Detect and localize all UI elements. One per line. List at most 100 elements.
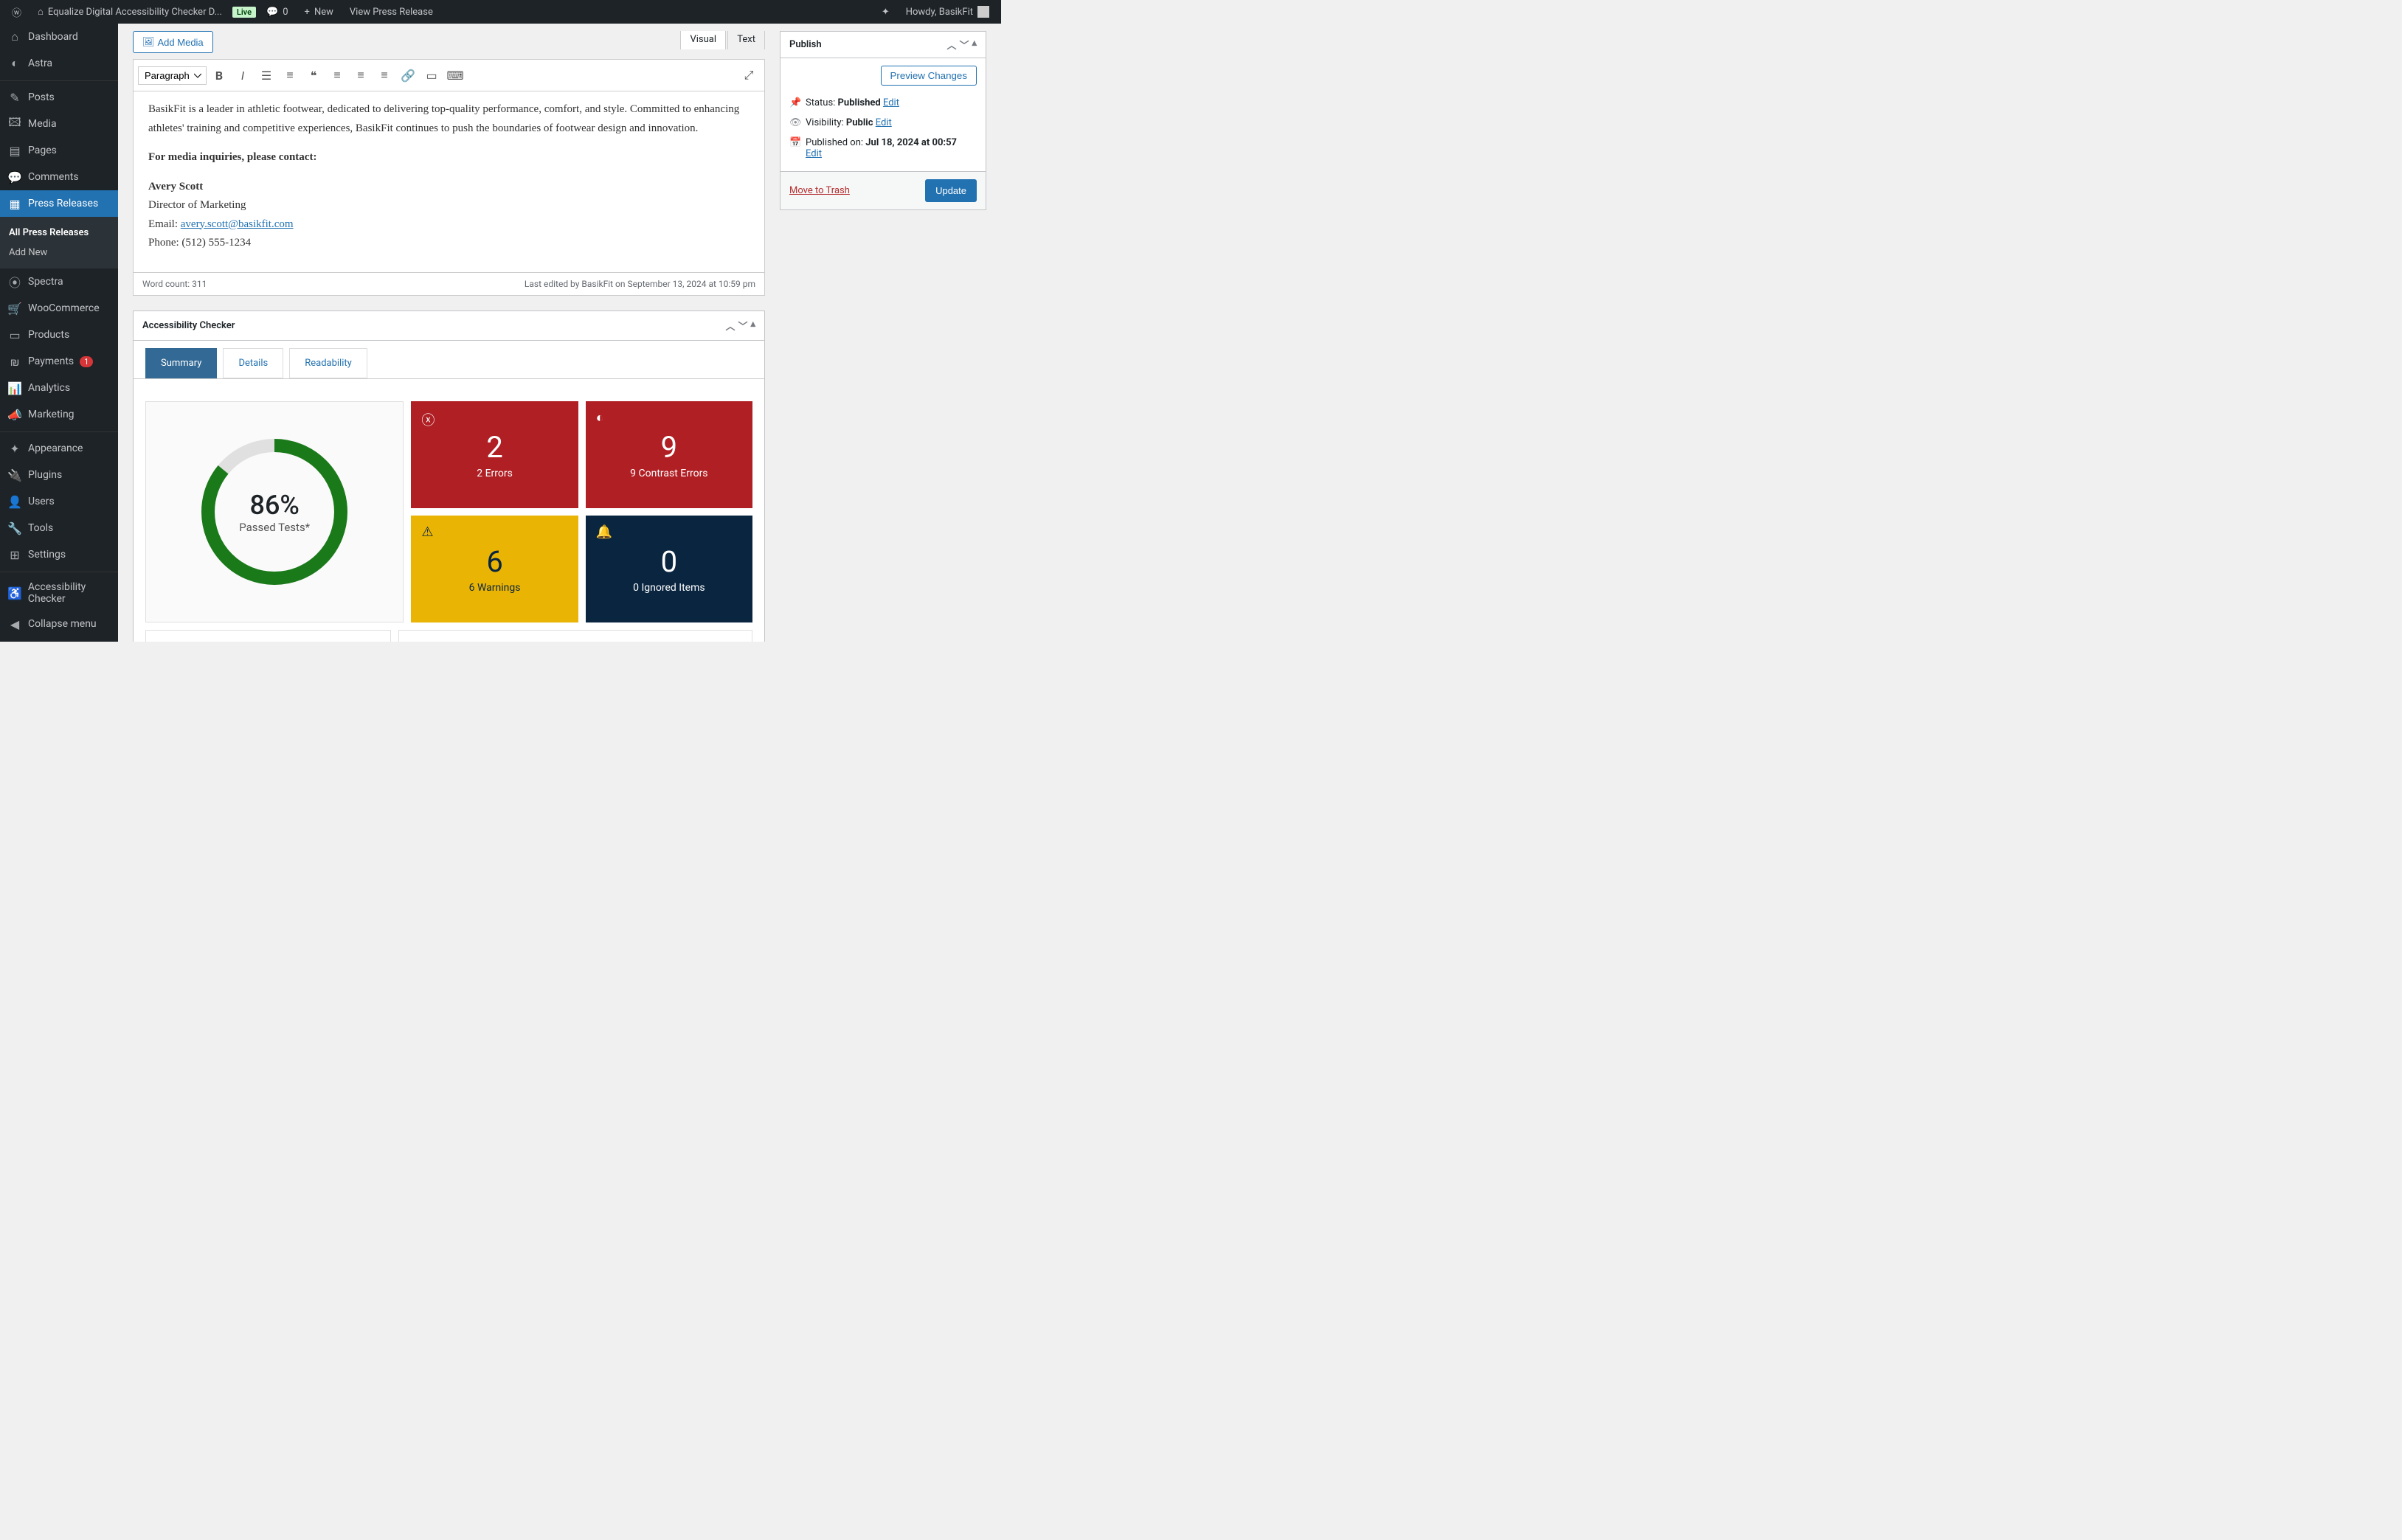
sidebar-item-comments[interactable]: 💬Comments [0, 164, 118, 190]
badge: 1 [80, 356, 93, 367]
errors-card[interactable]: ⓧ 2 2 Errors [411, 401, 578, 508]
tab-details[interactable]: Details [223, 348, 283, 378]
tab-text[interactable]: Text [727, 31, 765, 49]
contact-title: Director of Marketing [148, 196, 750, 215]
tab-summary[interactable]: Summary [145, 348, 217, 378]
quote-button[interactable]: ❝ [302, 64, 325, 86]
sidebar-item-woocommerce[interactable]: 🛒WooCommerce [0, 295, 118, 322]
sidebar-sub-add[interactable]: Add New [0, 243, 118, 263]
tab-visual[interactable]: Visual [680, 31, 726, 49]
format-select[interactable]: Paragraph [138, 66, 207, 85]
sidebar-item-plugins[interactable]: 🔌Plugins [0, 462, 118, 488]
warnings-label: 6 Warnings [469, 582, 521, 594]
sidebar-item-label: Payments [28, 355, 74, 367]
numbered-list-button[interactable]: ≡ [279, 64, 301, 86]
sidebar-item-collapse-menu[interactable]: ◀ Collapse menu [0, 611, 118, 637]
comment-count: 0 [283, 7, 288, 18]
sidebar-item-dashboard[interactable]: ⌂Dashboard [0, 24, 118, 50]
view-link[interactable]: View Press Release [344, 0, 439, 24]
sidebar-item-spectra[interactable]: ⦿Spectra [0, 268, 118, 295]
sidebar-item-appearance[interactable]: ✦Appearance [0, 435, 118, 462]
site-link[interactable]: ⌂ Equalize Digital Accessibility Checker … [32, 0, 228, 24]
sidebar-item-label: Pages [28, 145, 57, 156]
collapse-menu-icon: ◀ [7, 617, 22, 631]
sidebar-item-users[interactable]: 👤Users [0, 488, 118, 515]
editor-content[interactable]: BasikFit is a leader in athletic footwea… [133, 91, 765, 273]
chevron-down-icon[interactable]: ﹀ [738, 319, 747, 333]
edit-status-link[interactable]: Edit [883, 97, 899, 108]
greeting: Howdy, BasikFit [906, 7, 973, 18]
bullet-list-button[interactable]: ☰ [255, 64, 277, 86]
sidebar-item-pages[interactable]: ▤Pages [0, 137, 118, 164]
visibility-row: 👁 Visibility: Public Edit [789, 113, 977, 133]
assistant-icon[interactable]: ✦ [876, 0, 896, 24]
wp-logo[interactable]: ⓦ [6, 0, 27, 24]
posts-icon: ✎ [7, 90, 22, 105]
contrast-card[interactable]: ◐ 9 9 Contrast Errors [586, 401, 752, 508]
ignored-card[interactable]: 🔔 0 0 Ignored Items [586, 516, 752, 622]
home-icon: ⌂ [38, 6, 44, 18]
live-badge: Live [232, 7, 256, 18]
sidebar-item-accessibility-checker[interactable]: ♿Accessibility Checker [0, 575, 118, 611]
sidebar-item-label: Collapse menu [28, 618, 97, 630]
content-area: 🖼Add Media Visual Text Paragraph B I ☰ ≡… [118, 24, 1001, 642]
payments-icon: ₪ [7, 354, 22, 369]
sidebar-sub-all[interactable]: All Press Releases [0, 223, 118, 243]
link-button[interactable]: 🔗 [397, 64, 419, 86]
new-label: New [314, 7, 333, 18]
edit-visibility-link[interactable]: Edit [876, 117, 892, 128]
chevron-up-icon[interactable]: ︿ [946, 38, 956, 52]
add-media-button[interactable]: 🖼Add Media [133, 31, 213, 53]
sidebar-item-payments[interactable]: ₪ Payments 1 [0, 348, 118, 375]
wordpress-icon: ⓦ [12, 5, 21, 19]
sidebar-item-products[interactable]: ▭Products [0, 322, 118, 348]
chevron-down-icon[interactable]: ﹀ [959, 38, 969, 52]
dashboard-icon: ⌂ [7, 30, 22, 44]
edit-date-link[interactable]: Edit [806, 148, 822, 159]
account-link[interactable]: Howdy, BasikFit [900, 0, 995, 24]
press-releases-icon: ▦ [7, 196, 22, 211]
sidebar-item-press-releases[interactable]: ▦Press Releases [0, 190, 118, 217]
align-left-button[interactable]: ≡ [326, 64, 348, 86]
more-button[interactable]: ▭ [420, 64, 443, 86]
published-row: 📅 Published on: Jul 18, 2024 at 00:57Edi… [789, 133, 977, 164]
site-title: Equalize Digital Accessibility Checker D… [48, 7, 222, 18]
trash-link[interactable]: Move to Trash [789, 185, 850, 196]
eye-icon: 👁 [789, 117, 801, 128]
preview-button[interactable]: Preview Changes [881, 66, 977, 86]
gauge-percent: 86% [249, 490, 299, 521]
sidebar-item-analytics[interactable]: 📊Analytics [0, 375, 118, 401]
ignored-label: 0 Ignored Items [633, 582, 705, 594]
editor-toolbar: Paragraph B I ☰ ≡ ❝ ≡ ≡ ≡ 🔗 ▭ ⌨ ⤢ [133, 59, 765, 91]
contact-email[interactable]: avery.scott@basikfit.com [181, 218, 294, 230]
sidebar-item-marketing[interactable]: 📣Marketing [0, 401, 118, 428]
email-prefix: Email: [148, 218, 181, 230]
sidebar-item-tools[interactable]: 🔧Tools [0, 515, 118, 541]
align-right-button[interactable]: ≡ [373, 64, 395, 86]
fullscreen-button[interactable]: ⤢ [738, 64, 760, 86]
toolbar-toggle-button[interactable]: ⌨ [444, 64, 466, 86]
sidebar-item-astra[interactable]: ◐Astra [0, 50, 118, 77]
sidebar-item-posts[interactable]: ✎Posts [0, 84, 118, 111]
content-paragraph: BasikFit is a leader in athletic footwea… [148, 100, 750, 138]
sidebar-item-label: Astra [28, 58, 52, 69]
settings-icon: ⊞ [7, 547, 22, 562]
chevron-up-icon[interactable]: ︿ [725, 319, 735, 333]
warnings-card[interactable]: ⚠ 6 6 Warnings [411, 516, 578, 622]
tab-readability[interactable]: Readability [289, 348, 367, 378]
align-center-button[interactable]: ≡ [350, 64, 372, 86]
contrast-num: 9 [661, 430, 677, 465]
comments-link[interactable]: 💬0 [260, 0, 294, 24]
pin-icon: 📌 [789, 97, 801, 108]
sidebar-item-settings[interactable]: ⊞Settings [0, 541, 118, 568]
admin-bar: ⓦ ⌂ Equalize Digital Accessibility Checke… [0, 0, 1001, 24]
update-button[interactable]: Update [925, 179, 977, 202]
sidebar-item-label: Media [28, 118, 57, 130]
sidebar-item-media[interactable]: 🖾Media [0, 111, 118, 137]
italic-button[interactable]: I [232, 64, 254, 86]
new-link[interactable]: +New [299, 0, 339, 24]
bold-button[interactable]: B [208, 64, 230, 86]
simplified-summary-card: ✕ A Simplified summary has not been incl… [398, 630, 752, 642]
triangle-up-icon[interactable]: ▴ [750, 319, 755, 333]
triangle-up-icon[interactable]: ▴ [972, 38, 977, 52]
